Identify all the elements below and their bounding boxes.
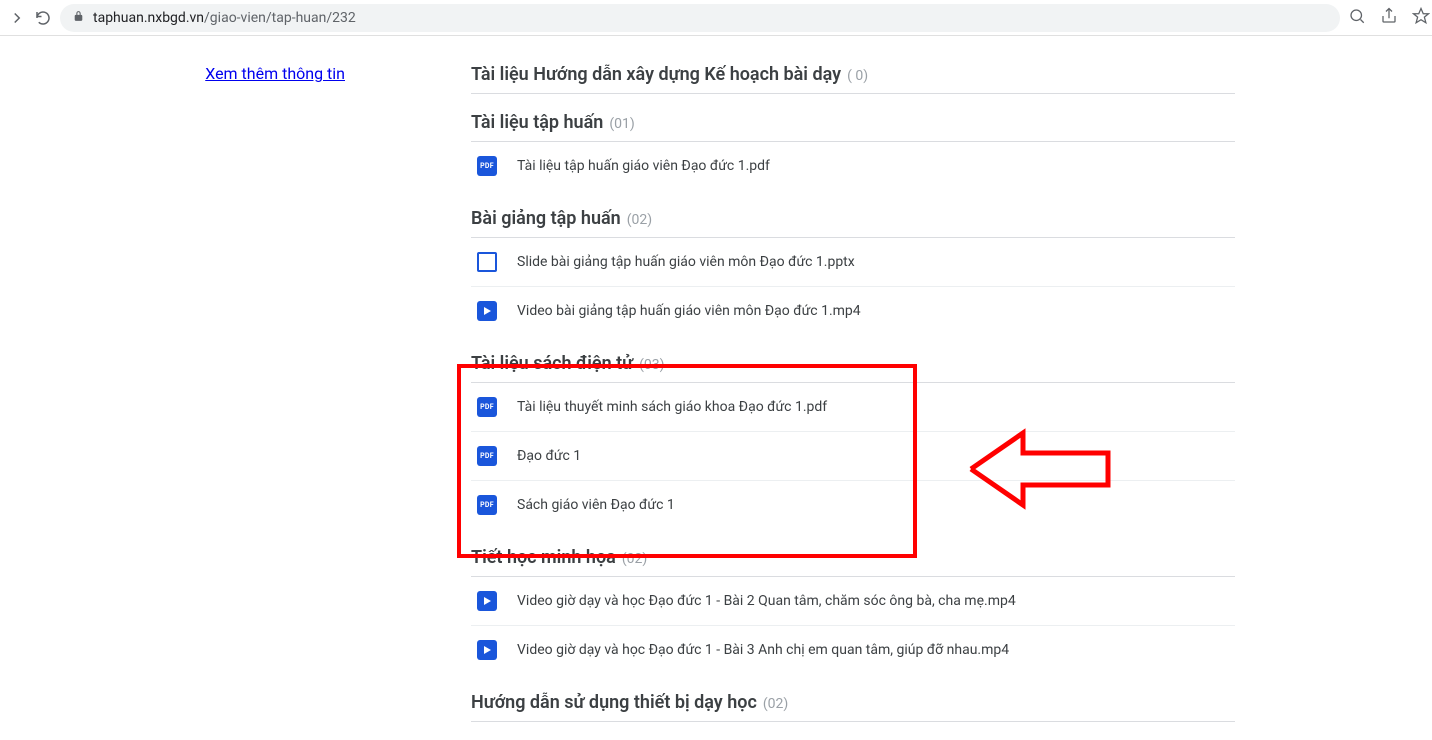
section: Tài liệu sách điện tử (03) PDF Tài liệu thu… [471,353,1235,529]
file-item[interactable]: PDF Tài liệu thuyết minh sách giáo khoa Đ… [471,383,1235,432]
zoom-icon[interactable] [1348,7,1366,29]
forward-button[interactable] [8,7,26,29]
file-name: Đạo đức 1 [517,448,581,464]
section-title: Hướng dẫn sử dụng thiết bị dạy học [471,692,757,713]
sidebar: Xem thêm thông tin [0,64,465,740]
section-title: Bài giảng tập huấn [471,208,621,229]
toolbar-right [1348,7,1432,29]
section: Tiết học minh họa (02) Video giờ dạy và họ… [471,547,1235,674]
file-name: Video bài giảng tập huấn giáo viên môn Đ… [517,303,861,319]
address-bar[interactable]: taphuan.nxbgd.vn/giao-vien/tap-huan/232 [60,4,1340,32]
section-title: Tài liệu tập huấn [471,112,603,133]
file-item[interactable]: Slide bài giảng tập huấn giáo viên môn Đ… [471,238,1235,287]
section-count: (02) [763,696,788,712]
section-title: Tiết học minh họa [471,547,616,568]
file-name: Sách giáo viên Đạo đức 1 [517,497,675,513]
section: Bài giảng tập huấn (02) Slide bài giảng tậ… [471,208,1235,335]
main-content: Tài liệu Hướng dẫn xây dựng Kế hoạch bài… [465,64,1235,740]
page-body: Xem thêm thông tin Tài liệu Hướng dẫn xâ… [0,36,1432,740]
file-name: Tài liệu tập huấn giáo viên Đạo đức 1.pd… [517,158,770,174]
section-title: Tài liệu sách điện tử [471,353,633,374]
pdf-file-icon: PDF [477,495,497,515]
section: Tài liệu Hướng dẫn xây dựng Kế hoạch bài… [471,64,1235,94]
file-item[interactable]: Video giờ dạy và học Đạo đức 1 - Bài 3 A… [471,626,1235,674]
pdf-file-icon: PDF [477,156,497,176]
browser-toolbar: taphuan.nxbgd.vn/giao-vien/tap-huan/232 [0,0,1432,36]
lock-icon [72,8,85,27]
url-text: taphuan.nxbgd.vn/giao-vien/tap-huan/232 [93,10,356,26]
section-count: ( 0) [847,68,868,84]
section-count: (01) [609,116,634,132]
section-header: Tài liệu sách điện tử (03) [471,353,1235,383]
reload-button[interactable] [34,7,52,29]
file-name: Video giờ dạy và học Đạo đức 1 - Bài 2 Q… [517,593,1016,609]
section-count: (02) [622,551,647,567]
share-icon[interactable] [1380,7,1398,29]
video-file-icon [477,640,497,660]
file-name: Slide bài giảng tập huấn giáo viên môn Đ… [517,254,855,270]
file-item[interactable]: PDF Tài liệu tập huấn giáo viên Đạo đức 1… [471,142,1235,190]
section-header: Tài liệu tập huấn (01) [471,112,1235,142]
section-header: Tài liệu Hướng dẫn xây dựng Kế hoạch bài… [471,64,1235,94]
video-file-icon [477,301,497,321]
section-count: (03) [639,357,664,373]
slide-file-icon [477,252,497,272]
section-count: (02) [627,212,652,228]
video-file-icon [477,591,497,611]
file-item[interactable]: PDF Đạo đức 1 [471,432,1235,481]
file-name: Tài liệu thuyết minh sách giáo khoa Đạo … [517,399,827,415]
file-item[interactable]: Video bài giảng tập huấn giáo viên môn Đ… [471,287,1235,335]
section: Hướng dẫn sử dụng thiết bị dạy học (02) [471,692,1235,722]
section-header: Tiết học minh họa (02) [471,547,1235,577]
file-item[interactable]: Video giờ dạy và học Đạo đức 1 - Bài 2 Q… [471,577,1235,626]
file-item[interactable]: PDF Sách giáo viên Đạo đức 1 [471,481,1235,529]
section-header: Hướng dẫn sử dụng thiết bị dạy học (02) [471,692,1235,722]
section: Tài liệu tập huấn (01) PDF Tài liệu tập huấ… [471,112,1235,190]
bookmark-star-icon[interactable] [1412,7,1430,29]
more-info-link[interactable]: Xem thêm thông tin [205,64,345,83]
file-name: Video giờ dạy và học Đạo đức 1 - Bài 3 A… [517,642,1009,658]
section-title: Tài liệu Hướng dẫn xây dựng Kế hoạch bài… [471,64,841,85]
section-header: Bài giảng tập huấn (02) [471,208,1235,238]
pdf-file-icon: PDF [477,446,497,466]
pdf-file-icon: PDF [477,397,497,417]
